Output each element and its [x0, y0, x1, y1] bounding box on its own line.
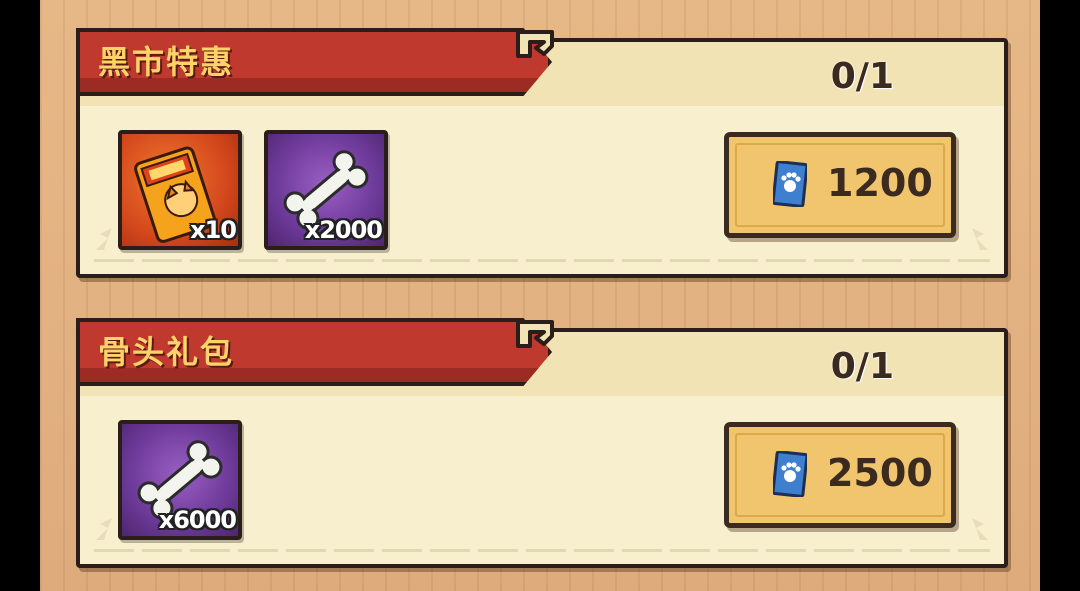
ribbon-hook-icon — [516, 30, 554, 58]
shop-pack-card: 黑市特惠 0/1 x10 x2000 1200 — [76, 28, 1008, 278]
pack-title: 黑市特惠 — [98, 43, 235, 81]
item-quantity: x2000 — [304, 216, 383, 244]
divider — [94, 549, 990, 552]
pack-title-ribbon: 骨头礼包 — [76, 318, 552, 386]
price-label: 2500 — [827, 451, 933, 495]
paw-ticket-icon — [773, 161, 807, 207]
shop-pack-card: 骨头礼包 0/1 x6000 2500 — [76, 318, 1008, 568]
purchase-count: 0/1 — [830, 346, 894, 387]
reward-item-slot[interactable]: x10 — [118, 130, 242, 250]
buy-button[interactable]: 1200 — [724, 132, 956, 238]
price-label: 1200 — [827, 161, 933, 205]
pack-title: 骨头礼包 — [98, 333, 235, 371]
paw-ticket-icon — [773, 451, 807, 497]
paw-decoration-icon — [972, 228, 988, 250]
divider — [94, 259, 990, 262]
item-quantity: x6000 — [158, 506, 237, 534]
paw-decoration-icon — [972, 518, 988, 540]
item-quantity: x10 — [190, 216, 237, 244]
pack-title-ribbon: 黑市特惠 — [76, 28, 552, 96]
reward-item-slot[interactable]: x6000 — [118, 420, 242, 540]
purchase-count: 0/1 — [830, 56, 894, 97]
ribbon-hook-icon — [516, 320, 554, 348]
buy-button[interactable]: 2500 — [724, 422, 956, 528]
reward-item-slot[interactable]: x2000 — [264, 130, 388, 250]
